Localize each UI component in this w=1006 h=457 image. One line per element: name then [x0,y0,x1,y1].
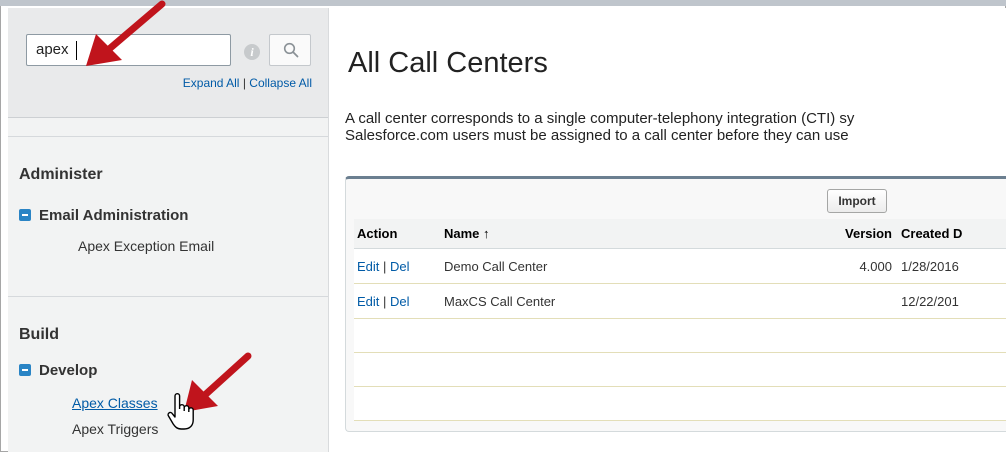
action-cell: Edit | Del [354,248,441,284]
call-centers-table: Action Name ↑ Version Created D Edit | D… [354,219,1006,421]
name-cell[interactable]: MaxCS Call Center [441,283,817,319]
apex-classes-link[interactable]: Apex Classes [72,395,158,411]
search-icon [283,42,299,58]
delete-link[interactable]: Del [390,259,410,274]
table-row: Edit | Del Demo Call Center 4.000 1/28/2… [354,248,1006,284]
page-title: All Call Centers [348,47,548,79]
page-description: A call center corresponds to a single co… [345,110,854,144]
expand-toggle-icon[interactable] [19,364,31,376]
delete-link[interactable]: Del [390,294,410,309]
group-develop[interactable]: Develop [19,362,97,379]
search-button[interactable] [269,34,311,66]
sidebar: i Expand All | Collapse All Administer E… [8,8,329,452]
column-header-name[interactable]: Name ↑ [441,219,817,249]
group-label: Email Administration [39,207,189,224]
call-centers-list: Import Action Name ↑ Version Created D E… [345,176,1006,432]
group-label: Develop [39,362,98,379]
edit-link[interactable]: Edit [357,259,379,274]
info-icon[interactable]: i [244,44,260,60]
column-header-version[interactable]: Version [817,219,898,249]
action-separator: | [383,293,387,309]
created-date-cell: 12/22/201 [898,283,1006,319]
edit-link[interactable]: Edit [357,294,379,309]
nav-item-apex-triggers[interactable]: Apex Triggers [72,421,158,437]
annotation-arrow [86,0,166,66]
collapse-all-link[interactable]: Collapse All [249,76,312,90]
nav-item-apex-exception-email[interactable]: Apex Exception Email [78,238,214,254]
hand-cursor-icon [167,393,194,430]
table-row-empty [354,386,1006,421]
section-build: Build Develop Apex Classes Apex Triggers [8,296,328,457]
created-date-cell: 1/28/2016 [898,248,1006,284]
table-row: Edit | Del MaxCS Call Center 12/22/201 [354,283,1006,319]
expand-toggle-icon[interactable] [19,209,31,221]
table-row-empty [354,318,1006,353]
section-title: Administer [19,166,103,183]
main-content: All Call Centers A call center correspon… [329,8,1006,452]
column-header-action: Action [354,219,441,249]
expand-collapse-links: Expand All | Collapse All [8,76,312,90]
section-title: Build [19,326,59,343]
nav-item-apex-classes[interactable]: Apex Classes [72,395,158,411]
group-email-administration[interactable]: Email Administration [19,207,188,224]
version-cell: 4.000 [817,248,898,284]
name-cell[interactable]: Demo Call Center [441,248,817,284]
description-line: Salesforce.com users must be assigned to… [345,127,849,144]
action-separator: | [383,258,387,274]
description-line: A call center corresponds to a single co… [345,110,855,127]
column-header-created[interactable]: Created D [898,219,1006,249]
text-caret [76,41,77,60]
link-separator: | [242,76,246,90]
table-header-row: Action Name ↑ Version Created D [354,219,1006,249]
expand-all-link[interactable]: Expand All [183,76,240,90]
action-cell: Edit | Del [354,283,441,319]
import-button[interactable]: Import [827,189,887,213]
version-cell [817,283,898,319]
section-administer: Administer Email Administration Apex Exc… [8,136,328,297]
table-row-empty [354,352,1006,387]
